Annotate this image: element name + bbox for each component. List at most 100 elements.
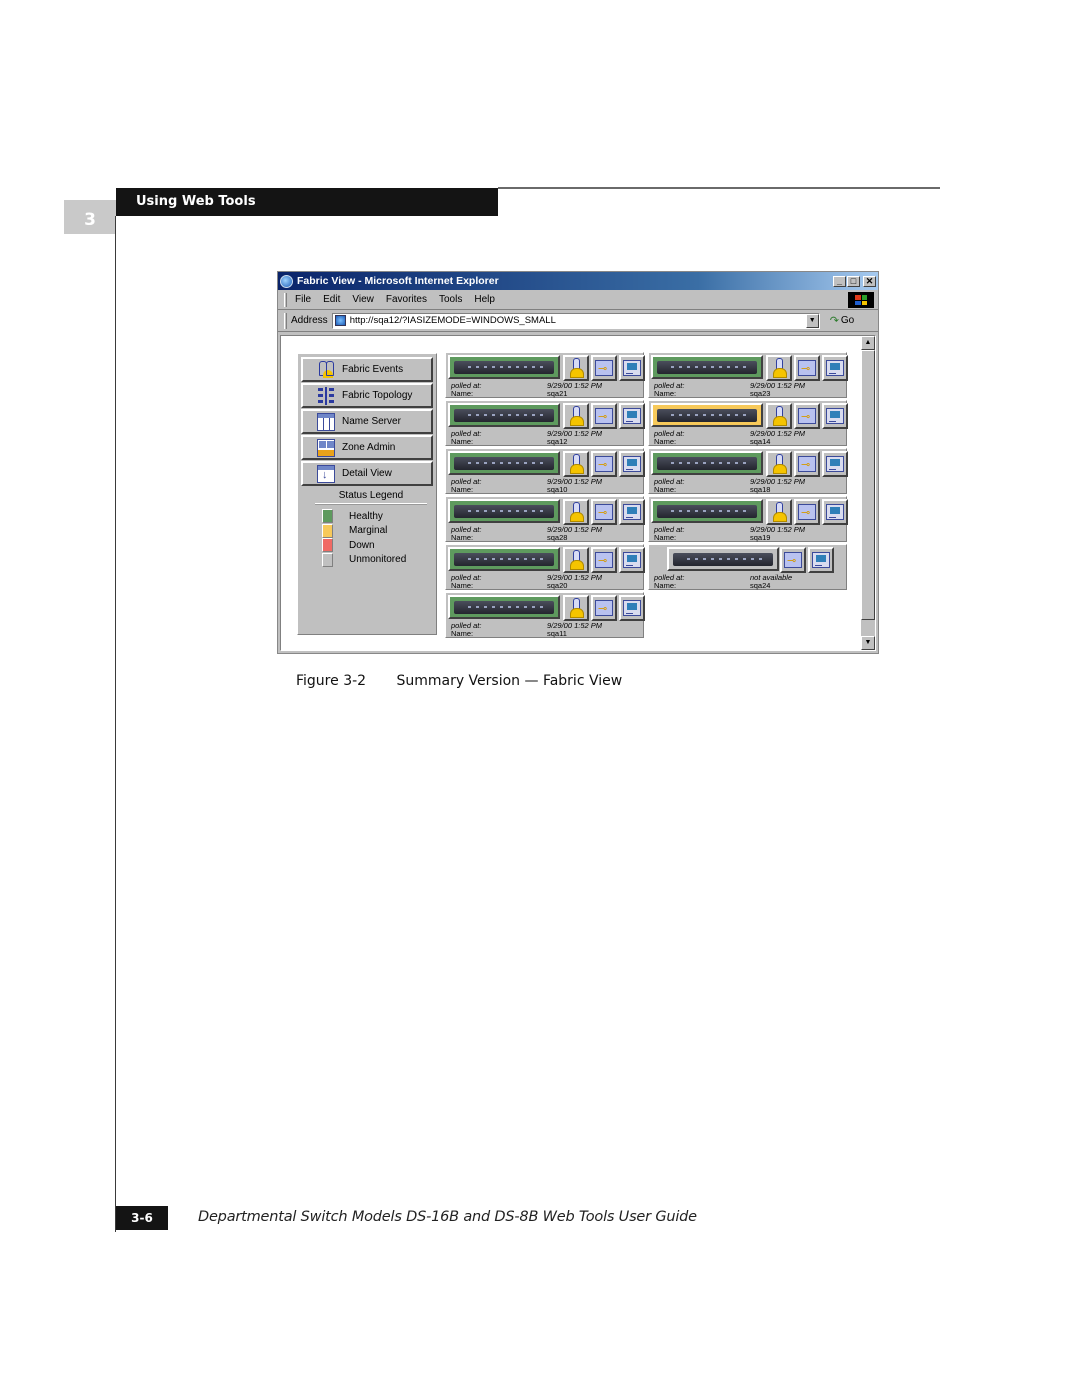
switch-image-button[interactable]: [448, 451, 560, 475]
figure-title: Summary Version — Fabric View: [396, 673, 623, 689]
admin-key-button[interactable]: [780, 547, 806, 573]
menu-tools[interactable]: Tools: [439, 294, 462, 305]
legend-label: Unmonitored: [349, 554, 407, 566]
switch-name-label: Name:: [451, 485, 474, 494]
switch-name-row: Name: sqa14: [654, 438, 844, 446]
events-bell-button[interactable]: [563, 595, 589, 621]
switch-image-button[interactable]: [448, 595, 560, 619]
name-server-button[interactable]: Name Server: [301, 409, 433, 434]
admin-key-button[interactable]: [591, 499, 617, 525]
fabric-events-button[interactable]: Fabric Events: [301, 357, 433, 382]
events-bell-button[interactable]: [563, 355, 589, 381]
switch-card: polled at:9/29/00 1:52 PMName: sqa19: [648, 496, 848, 542]
switch-image-button[interactable]: [448, 403, 560, 427]
telnet-monitor-icon: [623, 600, 641, 616]
switch-meta: polled at: 9/29/00 1:52 PM Name: sqa19: [654, 526, 844, 542]
switch-name-value: sqa20: [547, 581, 568, 590]
admin-key-button[interactable]: [591, 403, 617, 429]
maximize-button[interactable]: □: [847, 275, 860, 287]
menu-favorites[interactable]: Favorites: [386, 294, 427, 305]
switch-image-button[interactable]: [651, 451, 763, 475]
admin-key-button[interactable]: [591, 451, 617, 477]
switch-image-button[interactable]: [448, 547, 560, 571]
admin-key-button[interactable]: [794, 355, 820, 381]
toolbar-grip[interactable]: [284, 292, 287, 307]
polled-at-row: polled at: 9/29/00 1:52 PM: [654, 430, 844, 438]
switch-chassis-icon: [657, 360, 757, 374]
telnet-monitor-button[interactable]: [822, 355, 848, 381]
vertical-scrollbar[interactable]: ▲ ▼: [861, 336, 875, 650]
telnet-monitor-button[interactable]: [619, 595, 645, 621]
admin-key-button[interactable]: [794, 499, 820, 525]
go-button[interactable]: ↷ Go: [830, 314, 855, 327]
switch-chassis-icon: [454, 552, 554, 566]
events-bell-button[interactable]: [563, 547, 589, 573]
switch-name-label: Name:: [654, 533, 677, 542]
admin-key-icon: [595, 504, 613, 520]
switch-image-button[interactable]: [651, 499, 763, 523]
address-dropdown-icon[interactable]: ▼: [805, 313, 819, 328]
telnet-monitor-button[interactable]: [619, 451, 645, 477]
address-grip[interactable]: [284, 312, 287, 329]
events-bell-button[interactable]: [563, 499, 589, 525]
events-bell-icon: [773, 406, 787, 426]
telnet-monitor-icon: [623, 504, 641, 520]
page-icon: [334, 315, 346, 326]
polled-at-row: polled at: 9/29/00 1:52 PM: [451, 622, 641, 630]
admin-key-button[interactable]: [794, 403, 820, 429]
telnet-monitor-button[interactable]: [822, 403, 848, 429]
telnet-monitor-button[interactable]: [822, 499, 848, 525]
admin-key-button[interactable]: [794, 451, 820, 477]
zone-admin-button[interactable]: Zone Admin: [301, 435, 433, 460]
events-bell-button[interactable]: [766, 499, 792, 525]
close-button[interactable]: ✕: [863, 275, 876, 287]
address-input[interactable]: http://sqa12/?IASIZEMODE=WINDOWS_SMALL ▼: [331, 312, 820, 329]
switch-image-button[interactable]: [651, 403, 763, 427]
telnet-monitor-icon: [623, 408, 641, 424]
switch-image-button[interactable]: [448, 355, 560, 379]
admin-key-button[interactable]: [591, 355, 617, 381]
switch-image-button[interactable]: [667, 547, 779, 571]
telnet-monitor-button[interactable]: [619, 499, 645, 525]
admin-key-icon: [798, 360, 816, 376]
browser-window: Fabric View - Microsoft Internet Explore…: [277, 271, 879, 654]
events-bell-button[interactable]: [563, 403, 589, 429]
switch-image-button[interactable]: [651, 355, 763, 379]
status-legend-title: Status Legend: [315, 490, 427, 504]
scroll-up-icon[interactable]: ▲: [861, 336, 875, 350]
switch-meta: polled at: 9/29/00 1:52 PM Name: sqa10: [451, 478, 641, 494]
telnet-monitor-button[interactable]: [619, 403, 645, 429]
telnet-monitor-button[interactable]: [822, 451, 848, 477]
switch-image-button[interactable]: [448, 499, 560, 523]
switch-meta: polled at: 9/29/00 1:52 PM Name: sqa11: [451, 622, 641, 638]
menu-file[interactable]: File: [295, 294, 311, 305]
legend-item: Marginal: [301, 523, 433, 539]
telnet-monitor-button[interactable]: [619, 547, 645, 573]
switch-meta: polled at: 9/29/00 1:52 PM Name: sqa21: [451, 382, 641, 398]
events-bell-button[interactable]: [766, 355, 792, 381]
switch-card: polled at:9/29/00 1:52 PMName: sqa28: [445, 496, 645, 542]
telnet-monitor-button[interactable]: [619, 355, 645, 381]
minimize-button[interactable]: _: [833, 275, 846, 287]
events-bell-icon: [773, 454, 787, 474]
events-bell-button[interactable]: [766, 451, 792, 477]
switch-name-label: Name:: [451, 581, 474, 590]
switch-name-row: Name: sqa28: [451, 534, 641, 542]
events-bell-button[interactable]: [563, 451, 589, 477]
menu-edit[interactable]: Edit: [323, 294, 340, 305]
events-bell-button[interactable]: [766, 403, 792, 429]
menu-help[interactable]: Help: [474, 294, 495, 305]
admin-key-button[interactable]: [591, 595, 617, 621]
scroll-down-icon[interactable]: ▼: [861, 636, 875, 650]
scroll-thumb[interactable]: [861, 350, 875, 620]
legend-label: Healthy: [349, 510, 383, 522]
switch-grid: polled at:9/29/00 1:52 PMName:sqa21 polle…: [445, 352, 849, 638]
menu-view[interactable]: View: [352, 294, 374, 305]
telnet-monitor-button[interactable]: [808, 547, 834, 573]
address-value: http://sqa12/?IASIZEMODE=WINDOWS_SMALL: [349, 315, 556, 326]
fabric-topology-button[interactable]: Fabric Topology: [301, 383, 433, 408]
switch-name-value: sqa23: [750, 389, 771, 398]
admin-key-button[interactable]: [591, 547, 617, 573]
detail-view-button[interactable]: Detail View: [301, 461, 433, 486]
legend-item: Down: [301, 538, 433, 553]
